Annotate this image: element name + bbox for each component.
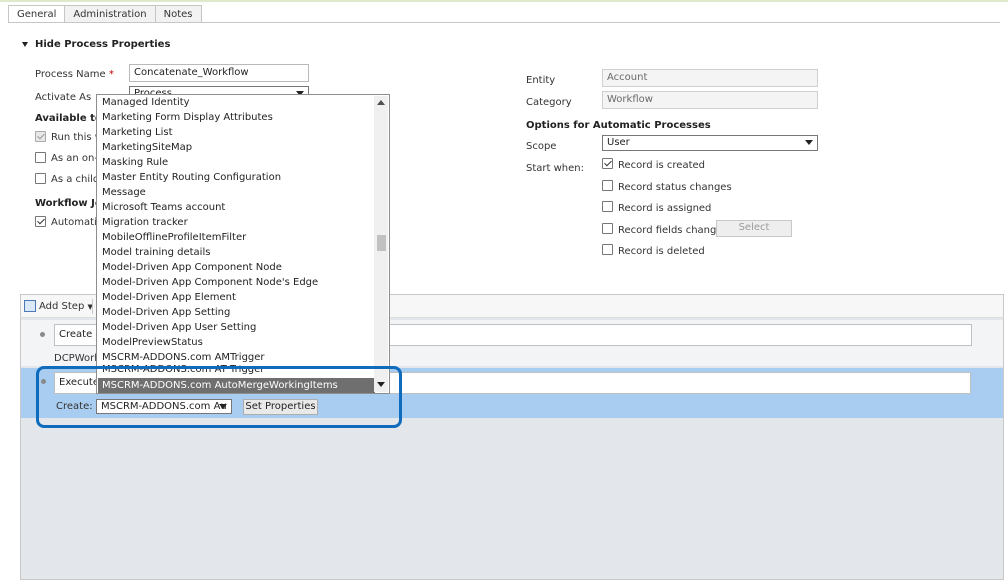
section-title[interactable]: Hide Process Properties bbox=[35, 39, 170, 50]
category-field: Workflow bbox=[602, 91, 818, 109]
list-item[interactable]: Model-Driven App User Setting bbox=[98, 320, 374, 335]
chevron-down-icon bbox=[805, 140, 813, 145]
list-item[interactable]: Model-Driven App Element bbox=[98, 290, 374, 305]
checkbox-icon bbox=[602, 244, 613, 255]
run-this-checkbox bbox=[35, 131, 49, 145]
checkbox-icon bbox=[35, 152, 46, 163]
tab-bar: General Administration Notes bbox=[8, 5, 202, 23]
tab-notes[interactable]: Notes bbox=[154, 5, 202, 23]
record-fields-label: Record fields change bbox=[618, 225, 723, 236]
list-item[interactable]: Model-Driven App Component Node bbox=[98, 260, 374, 275]
record-fields-checkbox[interactable] bbox=[602, 223, 616, 237]
checkbox-icon bbox=[35, 173, 46, 184]
list-item[interactable]: Marketing List bbox=[98, 125, 374, 140]
highlight-box bbox=[36, 366, 402, 428]
automatic-checkbox[interactable] bbox=[35, 216, 49, 230]
list-item[interactable]: MobileOfflineProfileItemFilter bbox=[98, 230, 374, 245]
checkbox-checked-icon bbox=[35, 131, 46, 142]
toolbar-divider bbox=[92, 299, 93, 314]
record-deleted-checkbox[interactable] bbox=[602, 244, 616, 258]
start-when-label: Start when: bbox=[526, 163, 584, 174]
tab-divider bbox=[8, 22, 1000, 23]
record-created-label: Record is created bbox=[618, 160, 705, 171]
top-border bbox=[0, 0, 1008, 2]
checkbox-icon bbox=[602, 180, 613, 191]
list-item[interactable]: ModelPreviewStatus bbox=[98, 335, 374, 350]
tab-administration[interactable]: Administration bbox=[64, 5, 155, 23]
process-name-label-text: Process Name bbox=[35, 69, 106, 80]
scrollbar-thumb[interactable] bbox=[377, 235, 386, 251]
entity-label: Entity bbox=[526, 75, 556, 86]
checkbox-checked-icon bbox=[602, 158, 613, 169]
process-name-input[interactable]: Concatenate_Workflow bbox=[129, 64, 309, 82]
automatic-label: Automatic bbox=[51, 217, 103, 228]
options-title: Options for Automatic Processes bbox=[526, 120, 711, 131]
add-step-label: Add Step bbox=[39, 301, 85, 312]
record-assigned-label: Record is assigned bbox=[618, 203, 712, 214]
record-status-checkbox[interactable] bbox=[602, 180, 616, 194]
checkbox-icon bbox=[602, 223, 613, 234]
scope-select[interactable]: User bbox=[602, 135, 818, 151]
checkbox-icon bbox=[602, 201, 613, 212]
dropdown-scrollbar[interactable] bbox=[374, 96, 388, 392]
child-process-checkbox[interactable] bbox=[35, 173, 49, 187]
on-demand-checkbox[interactable] bbox=[35, 152, 49, 166]
record-status-label: Record status changes bbox=[618, 182, 732, 193]
process-name-label: Process Name * bbox=[35, 69, 114, 80]
list-item[interactable]: Marketing Form Display Attributes bbox=[98, 110, 374, 125]
list-item[interactable]: Model-Driven App Setting bbox=[98, 305, 374, 320]
list-item[interactable]: Microsoft Teams account bbox=[98, 200, 374, 215]
list-item[interactable]: MSCRM-ADDONS.com AMTrigger bbox=[98, 350, 374, 365]
select-button[interactable]: Select bbox=[716, 220, 792, 237]
tab-general[interactable]: General bbox=[8, 5, 65, 23]
scope-label: Scope bbox=[526, 141, 557, 152]
entity-field: Account bbox=[602, 69, 818, 87]
list-item[interactable]: Masking Rule bbox=[98, 155, 374, 170]
step-sub-label: DCPWork bbox=[54, 353, 101, 364]
entity-dropdown-list[interactable]: Managed Identity Marketing Form Display … bbox=[96, 94, 390, 394]
list-item[interactable]: Master Entity Routing Configuration bbox=[98, 170, 374, 185]
list-item[interactable]: Migration tracker bbox=[98, 215, 374, 230]
list-item[interactable]: MarketingSiteMap bbox=[98, 140, 374, 155]
add-step-button[interactable]: Add Step ▼ bbox=[39, 301, 93, 312]
required-mark: * bbox=[108, 69, 114, 80]
list-item[interactable]: Managed Identity bbox=[98, 95, 374, 110]
step-bullet-icon bbox=[40, 332, 45, 337]
list-item[interactable]: Model training details bbox=[98, 245, 374, 260]
record-created-checkbox[interactable] bbox=[602, 158, 616, 172]
record-deleted-label: Record is deleted bbox=[618, 246, 705, 257]
category-label: Category bbox=[526, 97, 572, 108]
scroll-up-icon[interactable] bbox=[377, 100, 385, 105]
scope-value: User bbox=[607, 137, 630, 148]
list-item[interactable]: Model-Driven App Component Node's Edge bbox=[98, 275, 374, 290]
record-assigned-checkbox[interactable] bbox=[602, 201, 616, 215]
collapse-toggle-icon[interactable] bbox=[22, 42, 28, 47]
list-item[interactable]: Message bbox=[98, 185, 374, 200]
activate-as-label: Activate As bbox=[35, 92, 92, 103]
add-step-icon bbox=[24, 300, 36, 312]
checkbox-checked-icon bbox=[35, 216, 46, 227]
